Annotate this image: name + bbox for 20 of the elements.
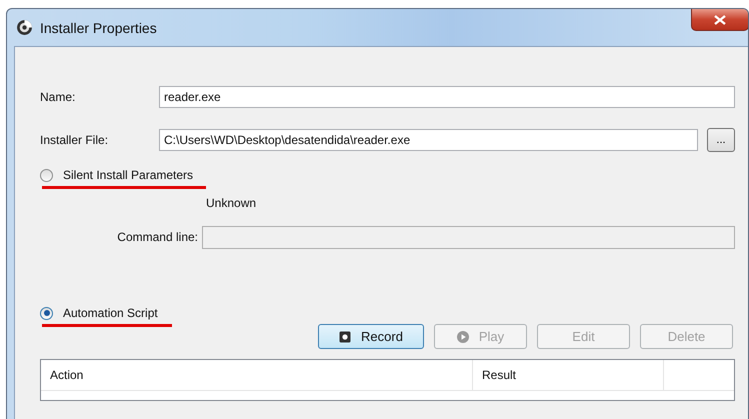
radio-label[interactable]: Automation Script [63,306,158,320]
radio-label[interactable]: Silent Install Parameters [63,168,194,182]
record-button[interactable]: Record [318,324,424,349]
disc-icon [16,19,33,36]
text-field[interactable]: C:\Users\WD\Desktop\desatendida\reader.exe [159,129,698,151]
radio-button[interactable] [40,306,53,320]
column-header[interactable]: Result [473,360,664,390]
status-text: Unknown [206,196,258,212]
command-line-label: Command line: [116,230,198,244]
close-icon [714,14,726,24]
field-label: Installer File: [40,133,110,147]
record-icon [339,330,352,342]
column-header[interactable]: Action [41,360,473,390]
window-title: Installer Properties [40,20,157,36]
browse-button[interactable]: ... [707,128,735,152]
play-icon [456,330,469,342]
field-label: Name: [40,90,76,104]
close-button[interactable] [691,9,748,31]
text-field[interactable]: reader.exe [159,86,735,108]
radio-button[interactable] [40,168,53,182]
